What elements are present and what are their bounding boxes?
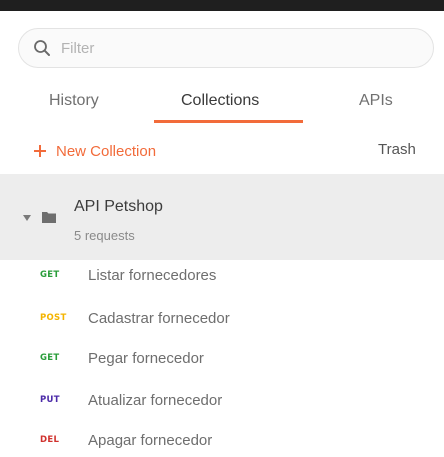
method-badge: GET bbox=[40, 353, 60, 363]
folder-icon bbox=[42, 212, 56, 223]
collection-item[interactable]: API Petshop 5 requests bbox=[0, 174, 444, 260]
method-badge: DEL bbox=[40, 435, 60, 445]
trash-link[interactable]: Trash bbox=[378, 141, 416, 158]
window-top-bar bbox=[0, 0, 444, 11]
collection-request-count: 5 requests bbox=[74, 228, 135, 243]
request-item[interactable]: GET Listar fornecedores bbox=[0, 262, 444, 292]
request-item[interactable]: PUT Atualizar fornecedor bbox=[0, 387, 444, 417]
plus-icon bbox=[34, 145, 46, 157]
new-collection-button[interactable]: New Collection bbox=[33, 140, 156, 162]
request-name: Atualizar fornecedor bbox=[88, 392, 223, 409]
caret-down-icon[interactable] bbox=[22, 214, 32, 222]
new-collection-label: New Collection bbox=[56, 142, 157, 160]
active-tab-indicator bbox=[154, 120, 303, 123]
request-item[interactable]: GET Pegar fornecedor bbox=[0, 345, 444, 375]
request-name: Cadastrar fornecedor bbox=[88, 310, 230, 327]
tab-bar: History Collections APIs bbox=[0, 86, 444, 126]
request-name: Listar fornecedores bbox=[88, 267, 217, 284]
method-badge: GET bbox=[40, 270, 60, 280]
tab-history[interactable]: History bbox=[49, 92, 99, 110]
collection-name: API Petshop bbox=[74, 198, 163, 215]
request-name: Pegar fornecedor bbox=[88, 350, 204, 367]
search-icon bbox=[34, 40, 50, 56]
tab-collections[interactable]: Collections bbox=[181, 92, 259, 110]
search-input[interactable] bbox=[61, 39, 381, 57]
tab-apis[interactable]: APIs bbox=[359, 92, 393, 110]
method-badge: POST bbox=[40, 313, 67, 323]
request-name: Apagar fornecedor bbox=[88, 432, 213, 449]
request-item[interactable]: DEL Apagar fornecedor bbox=[0, 427, 444, 457]
request-item[interactable]: POST Cadastrar fornecedor bbox=[0, 305, 444, 335]
method-badge: PUT bbox=[40, 395, 60, 405]
search-box[interactable] bbox=[18, 28, 434, 68]
